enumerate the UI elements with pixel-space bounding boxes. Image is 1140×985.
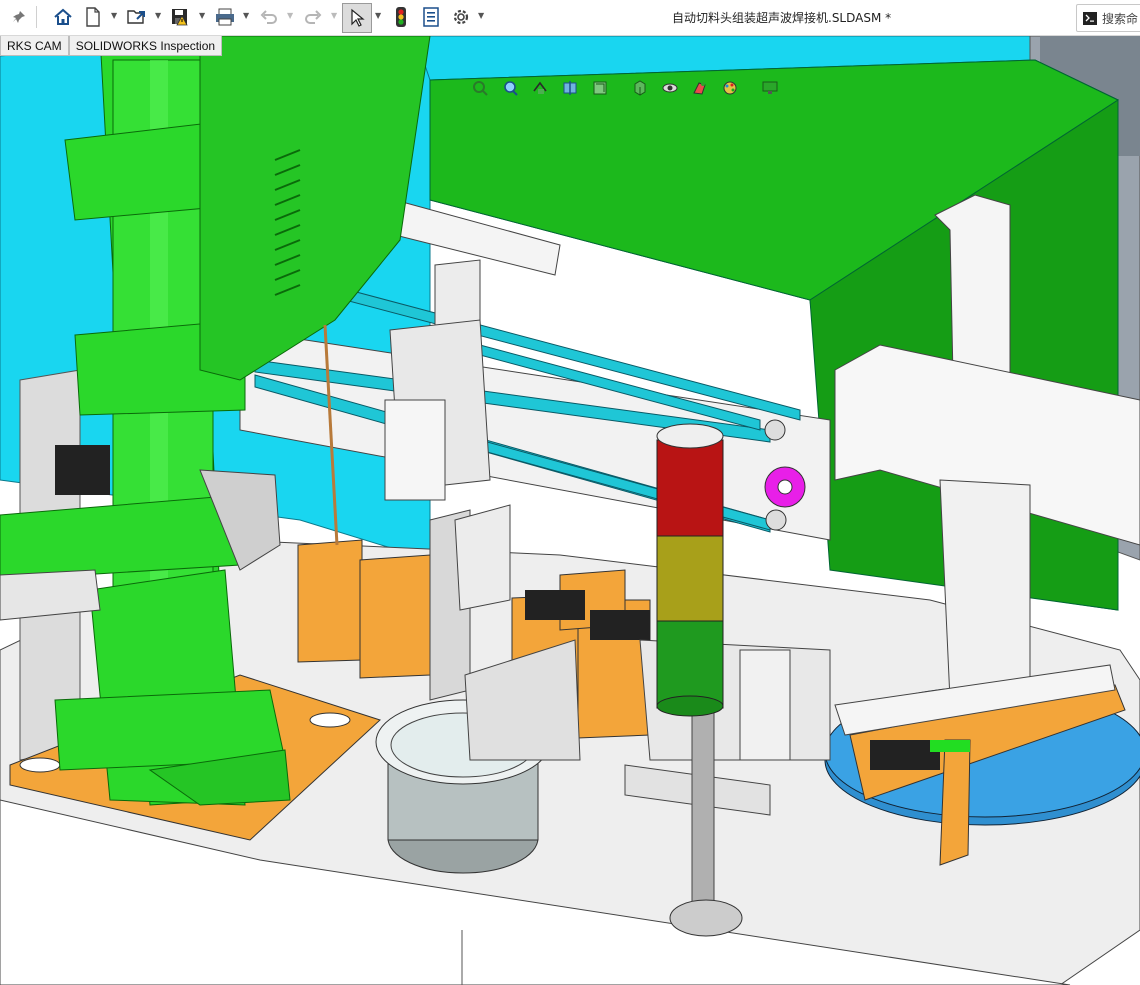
graphics-viewport[interactable] — [0, 36, 1140, 985]
undo-dropdown-arrow[interactable]: ▼ — [287, 11, 293, 20]
view-orientation-icon[interactable] — [628, 77, 652, 99]
select-icon[interactable] — [342, 3, 372, 33]
select-dropdown-arrow[interactable]: ▼ — [375, 11, 381, 20]
save-icon[interactable] — [168, 5, 194, 29]
toolbar-separator — [36, 6, 37, 28]
search-label: 搜索命 — [1102, 11, 1139, 26]
assembly-model-render — [0, 36, 1140, 985]
command-prompt-icon — [1083, 11, 1097, 25]
pin-icon[interactable] — [8, 5, 30, 29]
display-style-icon[interactable] — [658, 77, 682, 99]
separator-dot — [618, 86, 622, 90]
tab-cam[interactable]: RKS CAM — [0, 36, 69, 56]
open-dropdown-arrow[interactable]: ▼ — [155, 11, 161, 20]
main-toolbar: ▼ ▼ ▼ ▼ ▼ ▼ ▼ ▼ 自动切料头组装超声波焊接机.SLDASM * 搜… — [0, 0, 1140, 36]
redo-dropdown-arrow[interactable]: ▼ — [331, 11, 337, 20]
edit-appearance-icon[interactable] — [718, 77, 742, 99]
zoom-to-fit-icon[interactable] — [468, 77, 492, 99]
heads-up-view-toolbar — [468, 76, 788, 100]
tab-inspection[interactable]: SOLIDWORKS Inspection — [68, 36, 223, 56]
command-manager-tabs: RKS CAM SOLIDWORKS Inspection — [0, 36, 223, 56]
hide-show-icon[interactable] — [688, 77, 712, 99]
home-icon[interactable] — [50, 5, 76, 29]
view-settings-icon[interactable] — [758, 77, 782, 99]
section-view-icon[interactable] — [558, 77, 582, 99]
file-properties-icon[interactable] — [420, 5, 442, 29]
new-document-icon[interactable] — [82, 5, 104, 29]
separator-dot — [748, 86, 752, 90]
dynamic-annotation-icon[interactable] — [588, 77, 612, 99]
open-icon[interactable] — [124, 5, 150, 29]
save-dropdown-arrow[interactable]: ▼ — [199, 11, 205, 20]
window-title: 自动切料头组装超声波焊接机.SLDASM * — [672, 11, 892, 25]
search-commands-box[interactable]: 搜索命 — [1076, 4, 1140, 32]
print-icon[interactable] — [212, 5, 238, 29]
redo-icon[interactable] — [300, 5, 326, 29]
options-icon[interactable] — [450, 5, 472, 29]
rebuild-icon[interactable] — [390, 5, 412, 29]
previous-view-icon[interactable] — [528, 77, 552, 99]
print-dropdown-arrow[interactable]: ▼ — [243, 11, 249, 20]
options-dropdown-arrow[interactable]: ▼ — [478, 11, 484, 20]
zoom-area-icon[interactable] — [498, 77, 522, 99]
undo-icon[interactable] — [256, 5, 282, 29]
new-dropdown-arrow[interactable]: ▼ — [111, 11, 117, 20]
